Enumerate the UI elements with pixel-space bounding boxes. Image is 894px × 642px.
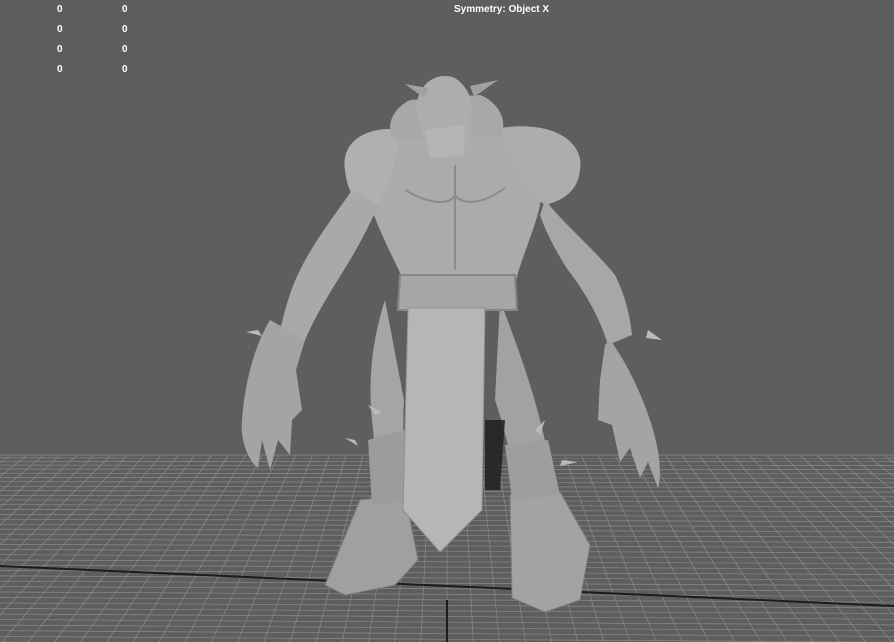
model-arm-left: [280, 190, 378, 340]
grid-line: [581, 454, 657, 642]
model-boot-right: [509, 491, 591, 613]
grid-line: [80, 454, 213, 642]
grid-line: [1, 454, 162, 642]
model-hand-left: [241, 320, 305, 470]
grid-line: [184, 454, 280, 642]
model-shadow: [485, 420, 505, 490]
grid-line: [614, 454, 710, 642]
grid-line: [289, 454, 347, 642]
model-shin-left: [368, 430, 408, 505]
grid-line: [237, 454, 313, 642]
grid-line: [648, 454, 762, 642]
model-shin-right: [505, 440, 560, 500]
model-arm-right: [540, 200, 632, 345]
model-belt: [396, 274, 519, 311]
grid-line: [597, 454, 683, 642]
model-ear-right: [470, 80, 498, 97]
grid-line: [27, 454, 179, 642]
grid-line: [132, 454, 246, 642]
grid-line: [681, 454, 814, 642]
model-spike: [246, 330, 262, 336]
3d-viewport[interactable]: 0 0 0 0 0 0 0 0 Symmetry: Object X: [0, 0, 894, 642]
model-spike: [345, 438, 358, 446]
model-loincloth: [402, 307, 486, 553]
character-model-icon[interactable]: [241, 76, 662, 613]
viewport-scene[interactable]: [0, 0, 894, 642]
grid-line: [263, 454, 330, 642]
model-jaw: [425, 125, 465, 158]
model-spike: [646, 330, 662, 340]
grid-line: [211, 454, 297, 642]
